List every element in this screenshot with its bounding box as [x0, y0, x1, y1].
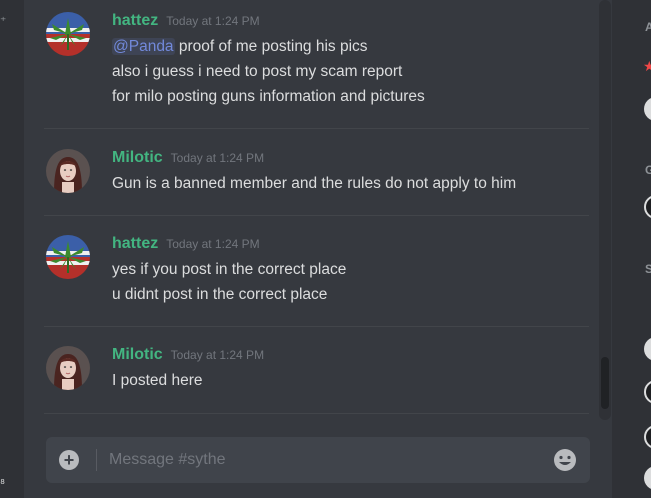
- message-line: Gun is a banned member and the rules do …: [112, 175, 517, 192]
- user-settings-icon[interactable]: ⁸: [0, 476, 5, 490]
- message-divider: [44, 215, 589, 216]
- member-avatar[interactable]: [644, 195, 651, 219]
- member-list: A ★ G S: [612, 0, 651, 498]
- username[interactable]: Milotic: [112, 346, 163, 364]
- weed-flag-avatar[interactable]: [46, 235, 90, 279]
- emoji-picker-icon[interactable]: [553, 448, 577, 472]
- message-line: yes if you post in the correct place: [112, 261, 347, 278]
- timestamp: Today at 1:24 PM: [166, 14, 260, 28]
- message-line: for milo posting guns information and pi…: [112, 88, 425, 105]
- message-list: hattez Today at 1:24 PM @Panda proof of …: [24, 0, 599, 420]
- timestamp: Today at 1:24 PM: [170, 151, 265, 165]
- owner-crown-icon: ★: [643, 58, 651, 74]
- message-line: @Panda proof of me posting his pics: [112, 34, 425, 59]
- member-group-header: A: [645, 20, 651, 34]
- composer-divider: [96, 449, 97, 471]
- message-content: hattez Today at 1:24 PM yes if you post …: [112, 235, 346, 307]
- message-content: Milotic Today at 1:24 PM Gun is a banned…: [112, 149, 516, 196]
- message-divider: [44, 326, 589, 327]
- member-avatar[interactable]: [644, 337, 651, 361]
- girl-portrait-avatar[interactable]: [46, 346, 90, 390]
- timestamp: Today at 1:24 PM: [166, 237, 260, 251]
- weed-flag-avatar[interactable]: [46, 12, 90, 56]
- message-divider: [44, 413, 589, 414]
- member-avatar[interactable]: [644, 466, 651, 490]
- member-avatar[interactable]: [644, 97, 651, 121]
- upload-plus-icon[interactable]: +: [59, 450, 79, 470]
- timestamp: Today at 1:24 PM: [170, 348, 265, 362]
- scrollbar-thumb[interactable]: [601, 357, 609, 409]
- message-content: Milotic Today at 1:24 PM I posted here: [112, 346, 264, 393]
- girl-portrait-avatar[interactable]: [46, 149, 90, 193]
- member-avatar[interactable]: [644, 425, 651, 449]
- username[interactable]: Milotic: [112, 149, 163, 167]
- add-member-icon[interactable]: ⁺: [0, 14, 14, 28]
- member-group-header: G: [645, 163, 651, 177]
- message-line: I posted here: [112, 372, 203, 389]
- member-group-header: S: [645, 262, 651, 276]
- member-avatar[interactable]: [644, 380, 651, 404]
- username[interactable]: hattez: [112, 235, 158, 253]
- message-input[interactable]: [109, 449, 529, 471]
- user-mention[interactable]: @Panda: [112, 38, 175, 55]
- channel-sidebar: ⁺ ⁸: [0, 0, 24, 498]
- message-divider: [44, 128, 589, 129]
- message-text: proof of me posting his pics: [174, 38, 368, 55]
- chat-area: hattez Today at 1:24 PM @Panda proof of …: [24, 0, 612, 498]
- message-content: hattez Today at 1:24 PM @Panda proof of …: [112, 12, 425, 109]
- message-line: u didnt post in the correct place: [112, 286, 328, 303]
- message-composer: +: [46, 437, 590, 483]
- username[interactable]: hattez: [112, 12, 158, 30]
- message-line: also i guess i need to post my scam repo…: [112, 63, 403, 80]
